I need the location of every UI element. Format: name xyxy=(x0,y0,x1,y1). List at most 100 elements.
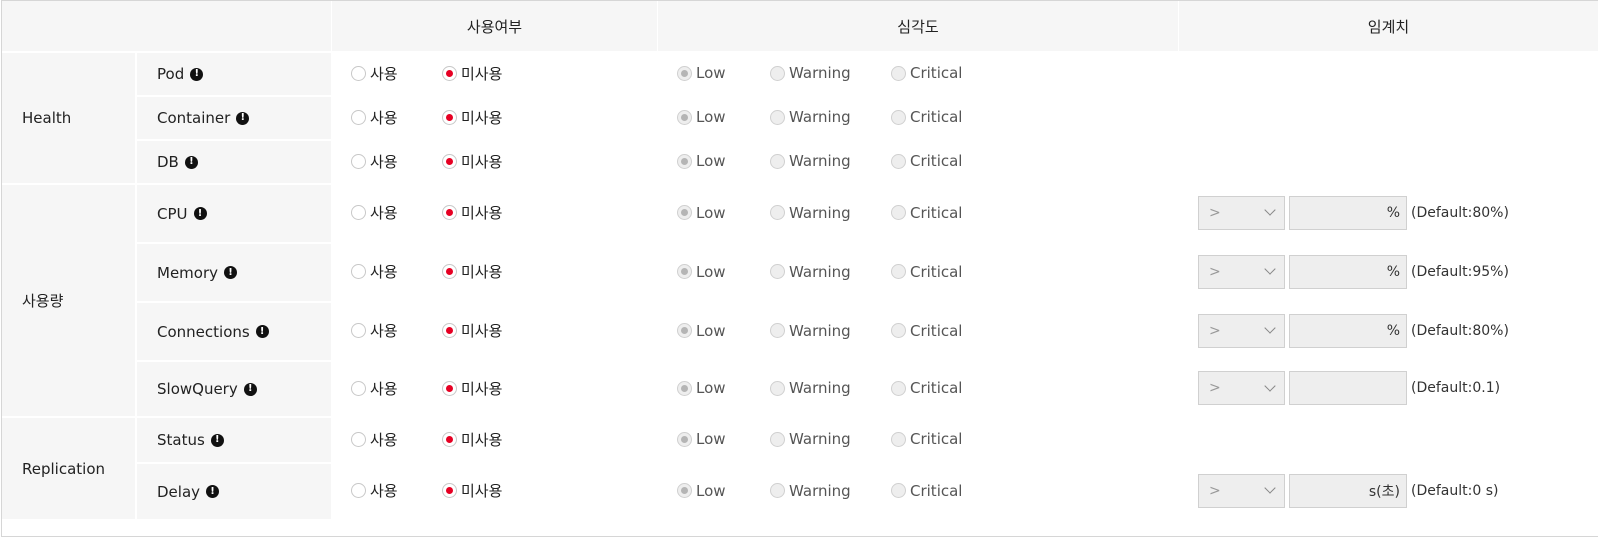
severity-radio-low[interactable]: Low xyxy=(677,379,770,397)
threshold-unit: % xyxy=(1386,263,1400,280)
radio-circle xyxy=(351,264,366,279)
radio-circle xyxy=(442,153,457,169)
operator-value: > xyxy=(1209,482,1221,499)
operator-select[interactable]: > xyxy=(1198,254,1285,289)
severity-radio-low[interactable]: Low xyxy=(677,263,770,281)
usage-radio-use[interactable]: 사용 xyxy=(351,320,442,341)
row-label-pod: Pod ! xyxy=(135,51,331,95)
threshold-cell xyxy=(1178,95,1598,139)
info-icon[interactable]: ! xyxy=(236,111,250,125)
severity-radio-critical[interactable]: Critical xyxy=(891,152,962,170)
severity-radio-warning[interactable]: Warning xyxy=(770,263,891,281)
severity-radio-low[interactable]: Low xyxy=(677,64,770,82)
threshold-default: (Default:80%) xyxy=(1411,204,1509,221)
radio-circle xyxy=(351,205,366,220)
info-icon[interactable]: ! xyxy=(255,325,269,338)
severity-radio-group: Low Warning Critical xyxy=(657,301,1178,360)
operator-select[interactable]: > xyxy=(1198,371,1285,405)
radio-circle xyxy=(891,109,906,125)
row-label-cpu: CPU ! xyxy=(135,183,331,242)
usage-radio-group: 사용 미사용 xyxy=(331,360,657,416)
info-icon[interactable]: ! xyxy=(193,207,207,220)
severity-radio-low[interactable]: Low xyxy=(677,108,770,126)
radio-label: Warning xyxy=(789,64,851,82)
usage-radio-use[interactable]: 사용 xyxy=(351,63,442,84)
usage-radio-use[interactable]: 사용 xyxy=(351,378,442,399)
usage-radio-group: 사용 미사용 xyxy=(331,139,657,183)
severity-radio-warning[interactable]: Warning xyxy=(770,322,891,340)
radio-circle xyxy=(770,65,785,81)
info-icon[interactable]: ! xyxy=(224,266,238,279)
severity-radio-low[interactable]: Low xyxy=(677,482,770,500)
severity-radio-warning[interactable]: Warning xyxy=(770,204,891,222)
info-icon[interactable]: ! xyxy=(243,382,257,396)
severity-radio-critical[interactable]: Critical xyxy=(891,482,962,500)
severity-radio-low[interactable]: Low xyxy=(677,204,770,222)
usage-radio-group: 사용 미사용 xyxy=(331,183,657,242)
severity-radio-critical[interactable]: Critical xyxy=(891,64,962,82)
operator-select[interactable]: > xyxy=(1198,473,1285,508)
group-replication: Replication xyxy=(2,416,135,519)
usage-radio-use[interactable]: 사용 xyxy=(351,480,442,501)
usage-radio-group: 사용 미사용 xyxy=(331,242,657,301)
threshold-input[interactable]: s(초) xyxy=(1289,473,1407,508)
usage-radio-nouse[interactable]: 미사용 xyxy=(442,107,502,128)
info-icon[interactable]: ! xyxy=(210,433,224,447)
radio-label: Warning xyxy=(789,321,851,340)
severity-radio-low[interactable]: Low xyxy=(677,152,770,170)
severity-radio-critical[interactable]: Critical xyxy=(891,204,962,222)
usage-radio-nouse[interactable]: 미사용 xyxy=(442,151,502,172)
usage-radio-use[interactable]: 사용 xyxy=(351,151,442,172)
threshold-unit: % xyxy=(1386,322,1400,339)
usage-radio-nouse[interactable]: 미사용 xyxy=(442,320,502,341)
severity-radio-warning[interactable]: Warning xyxy=(770,430,891,448)
info-icon[interactable]: ! xyxy=(184,155,198,169)
severity-radio-warning[interactable]: Warning xyxy=(770,152,891,170)
severity-radio-critical[interactable]: Critical xyxy=(891,108,962,126)
threshold-input[interactable]: % xyxy=(1289,195,1407,230)
severity-radio-low[interactable]: Low xyxy=(677,430,770,448)
row-label-text: SlowQuery xyxy=(157,380,238,398)
threshold-input[interactable]: % xyxy=(1289,254,1407,289)
radio-circle xyxy=(770,153,785,169)
usage-radio-use[interactable]: 사용 xyxy=(351,429,442,450)
severity-radio-warning[interactable]: Warning xyxy=(770,482,891,500)
usage-radio-nouse[interactable]: 미사용 xyxy=(442,378,502,399)
usage-radio-nouse[interactable]: 미사용 xyxy=(442,261,502,282)
radio-label: Low xyxy=(696,321,726,340)
severity-radio-warning[interactable]: Warning xyxy=(770,379,891,397)
radio-label: 미사용 xyxy=(461,204,503,222)
threshold-input[interactable] xyxy=(1289,371,1407,405)
row-label-text: DB xyxy=(157,153,179,171)
info-icon[interactable]: ! xyxy=(206,485,220,498)
operator-select[interactable]: > xyxy=(1198,195,1285,230)
severity-radio-critical[interactable]: Critical xyxy=(891,379,962,397)
usage-radio-nouse[interactable]: 미사용 xyxy=(442,429,502,450)
severity-radio-critical[interactable]: Critical xyxy=(891,263,962,281)
severity-radio-critical[interactable]: Critical xyxy=(891,430,962,448)
severity-radio-warning[interactable]: Warning xyxy=(770,64,891,82)
threshold-input[interactable]: % xyxy=(1289,313,1407,348)
usage-radio-use[interactable]: 사용 xyxy=(351,107,442,128)
severity-radio-group: Low Warning Critical xyxy=(657,51,1178,95)
usage-radio-nouse[interactable]: 미사용 xyxy=(442,480,502,501)
threshold-unit: s(초) xyxy=(1368,483,1400,500)
header-corner xyxy=(2,1,331,51)
operator-value: > xyxy=(1209,263,1221,280)
radio-label: Critical xyxy=(910,430,963,448)
severity-radio-warning[interactable]: Warning xyxy=(770,108,891,126)
usage-radio-nouse[interactable]: 미사용 xyxy=(442,63,502,84)
usage-radio-nouse[interactable]: 미사용 xyxy=(442,202,502,223)
radio-circle xyxy=(442,483,457,498)
radio-circle xyxy=(677,109,692,125)
usage-radio-use[interactable]: 사용 xyxy=(351,202,442,223)
severity-radio-critical[interactable]: Critical xyxy=(891,322,962,340)
usage-radio-use[interactable]: 사용 xyxy=(351,261,442,282)
severity-radio-group: Low Warning Critical xyxy=(657,242,1178,301)
radio-circle xyxy=(891,65,906,81)
info-icon[interactable]: ! xyxy=(190,67,204,81)
group-usage: 사용량 xyxy=(2,183,135,416)
operator-select[interactable]: > xyxy=(1198,313,1285,348)
usage-radio-group: 사용 미사용 xyxy=(331,462,657,519)
severity-radio-low[interactable]: Low xyxy=(677,322,770,340)
